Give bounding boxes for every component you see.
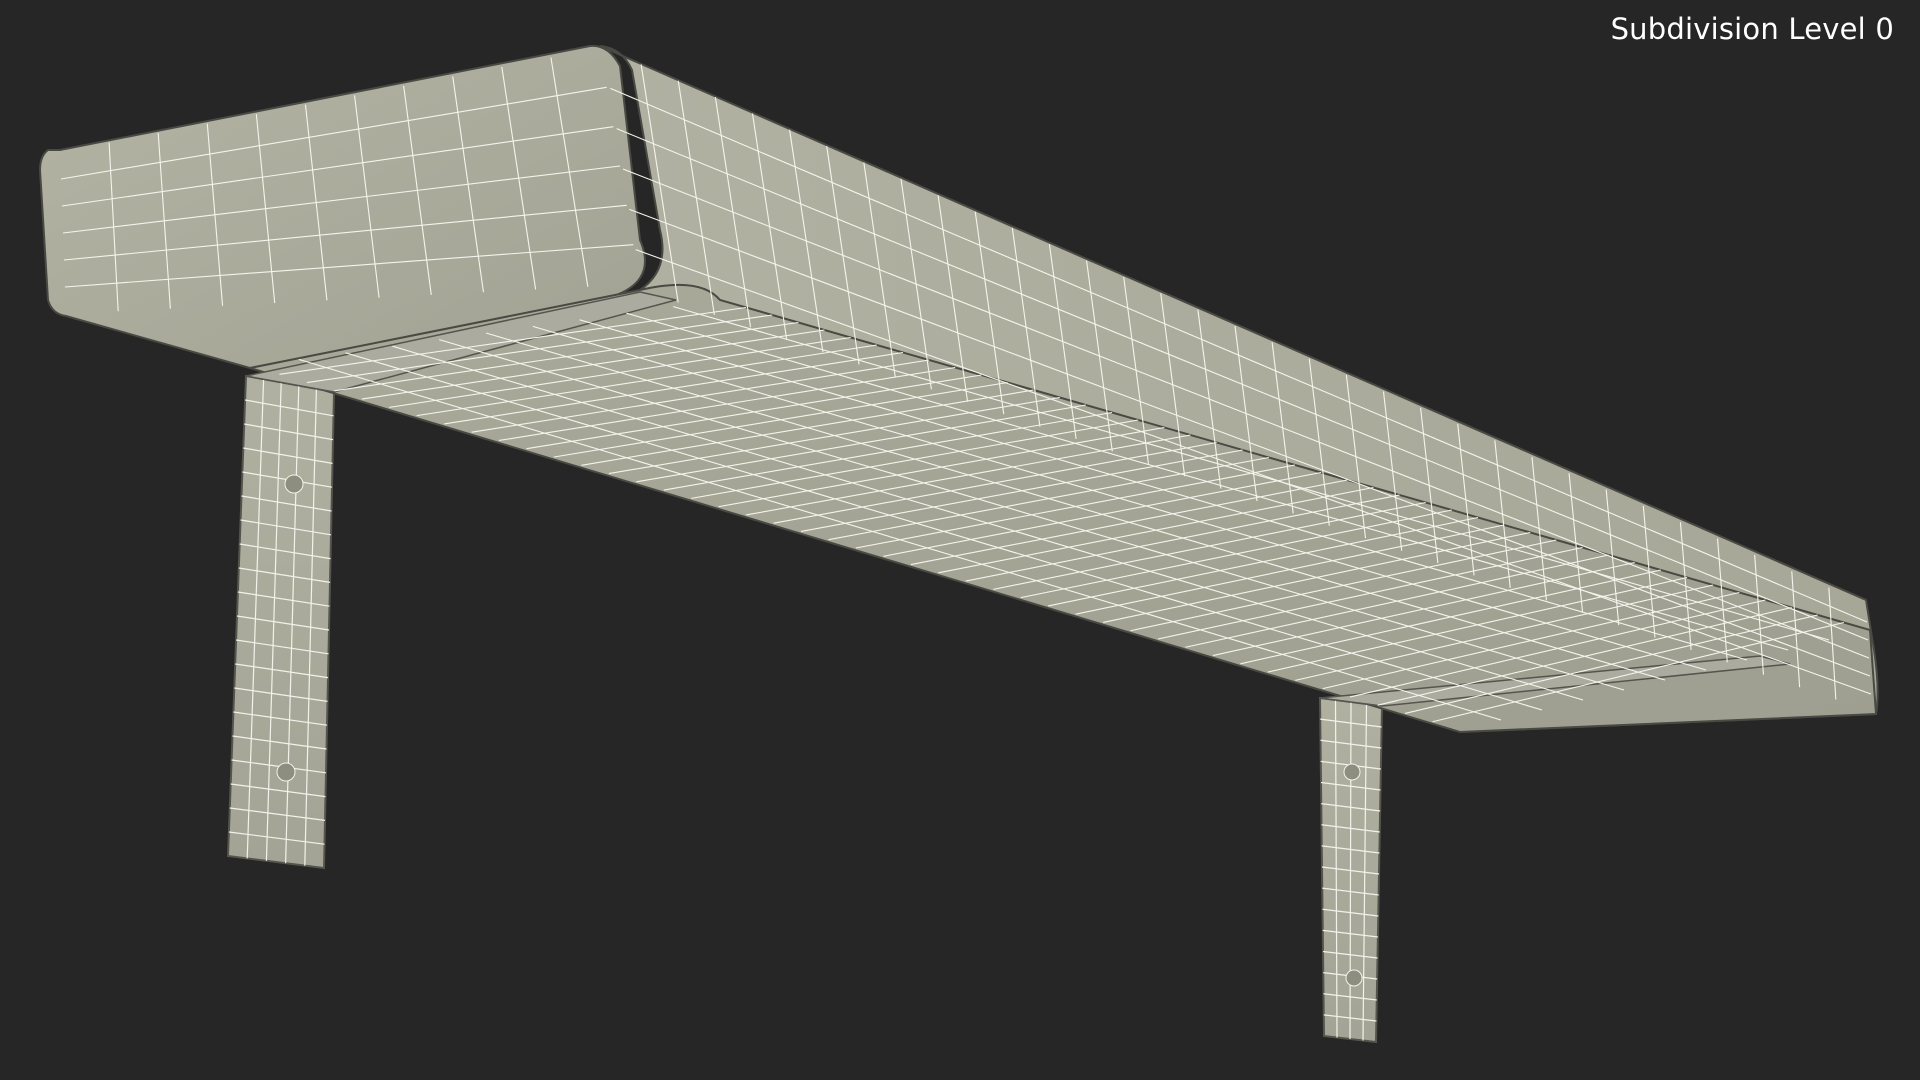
screw-hole-icon: [284, 474, 304, 494]
screw-hole-icon: [276, 762, 296, 782]
left-bracket: [226, 374, 336, 870]
screw-hole-icon: [1345, 969, 1363, 987]
screw-hole-icon: [1343, 763, 1361, 781]
shelf-model-render: [38, 44, 1879, 1044]
render-viewport[interactable]: Subdivision Level 0: [0, 0, 1920, 1080]
subdivision-level-label: Subdivision Level 0: [1610, 12, 1894, 46]
right-bracket: [1318, 696, 1384, 1044]
